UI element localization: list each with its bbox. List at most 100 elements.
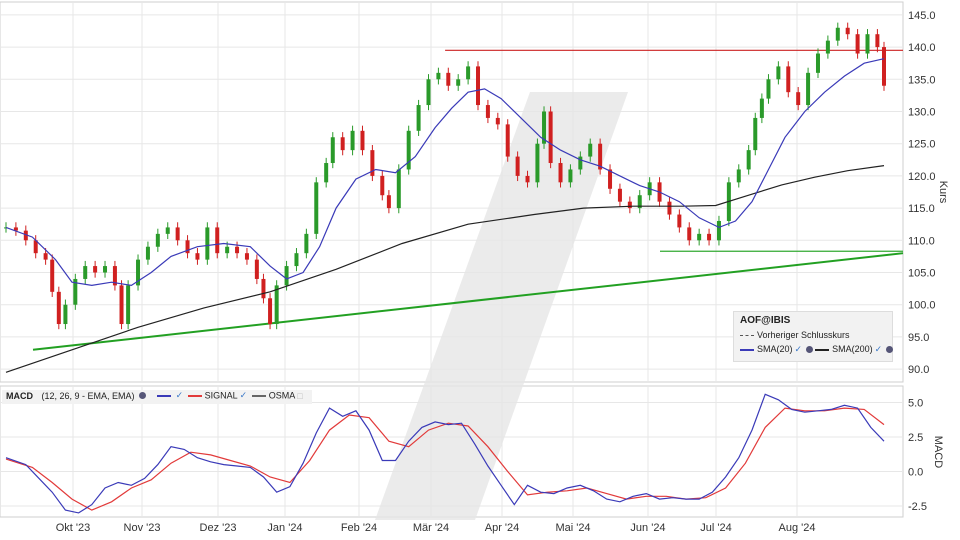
macd-tick-label: 0.0 bbox=[908, 466, 923, 478]
candle-body bbox=[476, 66, 481, 106]
sma200-swatch bbox=[815, 348, 830, 351]
legend-prev-close-label: Vorheriger Schlusskurs bbox=[757, 330, 850, 340]
x-tick-label: Nov '23 bbox=[124, 522, 161, 534]
candle-body bbox=[855, 34, 860, 54]
chart-svg: 145.0 140.0 135.0 130.0 125.0 120.0 115.0 110.0… bbox=[0, 1, 949, 534]
check-icon[interactable]: ✓ bbox=[875, 344, 883, 354]
candle-body bbox=[360, 130, 365, 151]
macd-tick-label: 5.0 bbox=[908, 398, 923, 410]
candle-body bbox=[525, 175, 530, 183]
candle-body bbox=[261, 278, 266, 299]
legend-sma20-label[interactable]: SMA(20) bbox=[757, 344, 793, 354]
macd-swatch bbox=[156, 394, 171, 397]
candle-body bbox=[446, 72, 451, 86]
macd-legend-params: (12, 26, 9 - EMA, EMA) bbox=[41, 390, 135, 401]
x-tick-label: Okt '23 bbox=[56, 522, 91, 534]
candle-body bbox=[759, 98, 764, 118]
signal-swatch bbox=[187, 394, 202, 397]
price-tick-label: 130.0 bbox=[908, 106, 936, 118]
candle-body bbox=[396, 169, 401, 209]
candle-body bbox=[314, 182, 319, 234]
candle-body bbox=[485, 105, 490, 118]
candle-body bbox=[548, 111, 553, 164]
settings-icon[interactable] bbox=[886, 346, 894, 354]
check-icon[interactable]: ✓ bbox=[176, 390, 184, 400]
price-legend: AOF@IBIS Vorheriger Schlusskurs SMA(20) ✓… bbox=[733, 311, 895, 362]
legend-sma-row: SMA(20) ✓ SMA(200) ✓ bbox=[740, 344, 895, 355]
candle-body bbox=[687, 227, 692, 241]
candle-body bbox=[796, 92, 801, 106]
candle-body bbox=[56, 291, 61, 325]
candle-body bbox=[268, 298, 273, 325]
candle-body bbox=[568, 169, 573, 183]
candle-body bbox=[274, 285, 279, 325]
macd-legend-signal[interactable]: SIGNAL bbox=[205, 391, 238, 401]
candle-body bbox=[324, 163, 329, 183]
candle-body bbox=[882, 47, 886, 86]
check-icon[interactable]: ✓ bbox=[240, 390, 248, 400]
candle-body bbox=[806, 72, 811, 106]
price-tick-label: 120.0 bbox=[908, 171, 936, 183]
candle-body bbox=[63, 304, 68, 325]
x-tick-label: Jun '24 bbox=[630, 522, 665, 534]
candle-body bbox=[205, 227, 210, 260]
price-tick-label: 95.0 bbox=[908, 332, 929, 344]
osma-swatch bbox=[251, 394, 266, 397]
price-tick-label: 105.0 bbox=[908, 268, 936, 280]
candle-body bbox=[195, 253, 200, 260]
candle-body bbox=[215, 227, 220, 254]
candle-body bbox=[716, 220, 721, 241]
candle-body bbox=[845, 27, 850, 35]
x-tick-label: Aug '24 bbox=[779, 522, 816, 534]
candle-body bbox=[466, 66, 471, 80]
candle-body bbox=[697, 233, 702, 241]
settings-icon[interactable] bbox=[806, 346, 814, 354]
candle-body bbox=[350, 130, 355, 151]
candle-body bbox=[677, 214, 682, 228]
check-icon[interactable]: □ bbox=[297, 391, 302, 401]
candle-body bbox=[825, 40, 830, 54]
x-tick-label: Feb '24 bbox=[341, 522, 377, 534]
candle-body bbox=[304, 233, 309, 254]
x-tick-label: Apr '24 bbox=[485, 522, 520, 534]
price-tick-label: 110.0 bbox=[908, 235, 935, 247]
candle-body bbox=[50, 259, 55, 292]
candle-body bbox=[244, 253, 249, 260]
legend-sma200-label[interactable]: SMA(200) bbox=[832, 344, 873, 354]
candle-body bbox=[766, 79, 771, 99]
candle-body bbox=[416, 105, 421, 131]
macd-legend-osma[interactable]: OSMA bbox=[269, 391, 296, 401]
x-tick-label: Mär '24 bbox=[413, 522, 449, 534]
candle-body bbox=[875, 34, 880, 48]
candle-body bbox=[588, 143, 593, 157]
candle-body bbox=[175, 227, 180, 241]
candle-body bbox=[330, 137, 335, 164]
price-tick-label: 135.0 bbox=[908, 74, 936, 86]
macd-legend-title: MACD bbox=[6, 390, 33, 401]
candle-body bbox=[155, 233, 160, 247]
candle-body bbox=[254, 259, 259, 279]
candle-body bbox=[617, 188, 622, 202]
candle-body bbox=[225, 246, 230, 254]
candle-body bbox=[736, 169, 741, 183]
candle-body bbox=[426, 79, 431, 106]
candle-body bbox=[776, 66, 781, 80]
candle-body bbox=[294, 253, 299, 267]
x-tick-label: Mai '24 bbox=[555, 522, 590, 534]
candle-body bbox=[786, 66, 791, 93]
candle-body bbox=[456, 79, 461, 86]
sma20-swatch bbox=[740, 348, 754, 351]
candle-body bbox=[627, 201, 632, 209]
candle-body bbox=[83, 266, 88, 279]
candle-body bbox=[93, 266, 98, 273]
settings-icon[interactable] bbox=[139, 392, 147, 400]
chart-root: 145.0 140.0 135.0 130.0 125.0 120.0 115.0 110.0… bbox=[0, 0, 960, 540]
check-icon[interactable]: ✓ bbox=[795, 344, 803, 354]
x-tick-label: Dez '23 bbox=[200, 522, 237, 534]
candle-body bbox=[126, 285, 131, 325]
price-axis-label: Kurs bbox=[937, 181, 949, 204]
price-tick-label: 115.0 bbox=[908, 203, 935, 215]
candle-body bbox=[495, 117, 500, 125]
price-tick-label: 125.0 bbox=[908, 139, 936, 151]
macd-legend: MACD (12, 26, 9 - EMA, EMA) ✓ SIGNAL ✓ OS… bbox=[2, 390, 312, 404]
